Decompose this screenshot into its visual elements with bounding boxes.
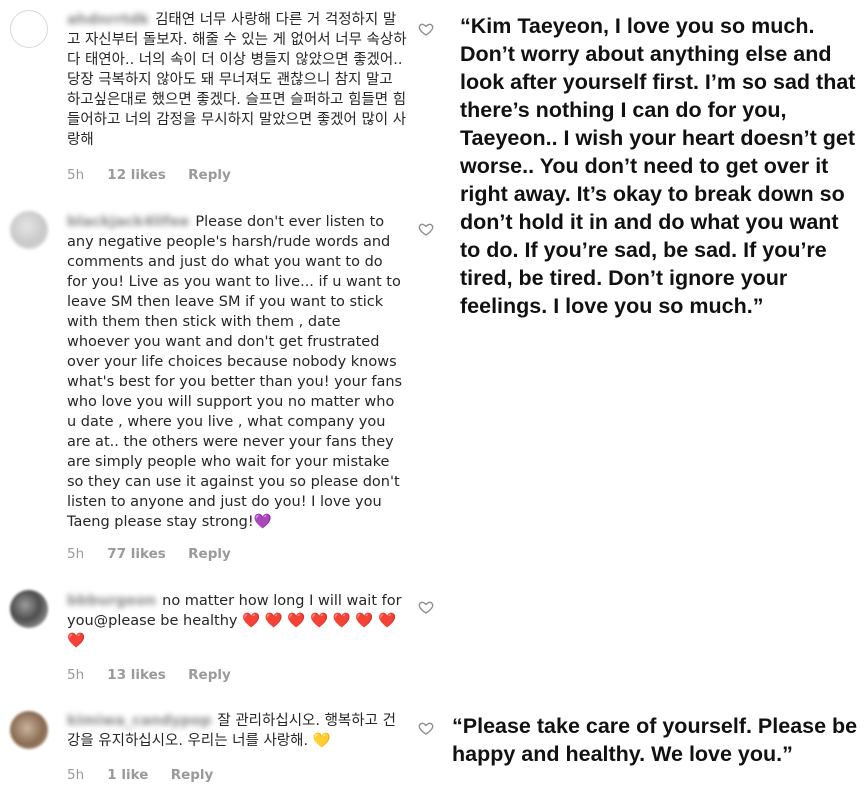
avatar[interactable] bbox=[10, 711, 48, 749]
heart-outline-icon[interactable] bbox=[418, 221, 434, 237]
heart-outline-icon[interactable] bbox=[418, 720, 434, 736]
comment-meta: 5h 13 likes Reply bbox=[67, 667, 231, 683]
comment-body: ahdnrrtdk 김태연 너무 사랑해 다른 거 걱정하지 말고 자신부터 돌보… bbox=[67, 10, 407, 150]
username[interactable]: ahdnrrtdk bbox=[67, 10, 149, 30]
likes-count[interactable]: 1 like bbox=[107, 767, 148, 783]
heart-outline-icon[interactable] bbox=[418, 599, 434, 615]
comment-meta: 5h 12 likes Reply bbox=[67, 167, 231, 183]
reply-button[interactable]: Reply bbox=[188, 167, 231, 183]
comment-body: blackjack4lifee Please don't ever listen … bbox=[67, 212, 407, 532]
username[interactable]: blackjack4lifee bbox=[67, 212, 189, 232]
timestamp[interactable]: 5h bbox=[67, 767, 103, 783]
reply-button[interactable]: Reply bbox=[171, 767, 214, 783]
translation-quote: “Kim Taeyeon, I love you so much. Don’t … bbox=[460, 14, 856, 318]
comment-text: 김태연 너무 사랑해 다른 거 걱정하지 말고 자신부터 돌보자. 해줄 수 있… bbox=[67, 12, 407, 148]
comment-text: Please don't ever listen to any negative… bbox=[67, 214, 403, 530]
comment-meta: 5h 1 like Reply bbox=[67, 767, 213, 783]
reply-button[interactable]: Reply bbox=[188, 667, 231, 683]
heart-outline-icon[interactable] bbox=[418, 21, 434, 37]
likes-count[interactable]: 12 likes bbox=[107, 167, 166, 183]
username[interactable]: kimiwa_candypop bbox=[67, 711, 211, 731]
avatar[interactable] bbox=[10, 590, 48, 628]
reply-button[interactable]: Reply bbox=[188, 546, 231, 562]
comment-body: kimiwa_candypop 잘 관리하십시오. 행복하고 건강을 유지하십시오… bbox=[67, 711, 407, 751]
timestamp[interactable]: 5h bbox=[67, 546, 103, 562]
username[interactable]: bbburgeon bbox=[67, 591, 156, 611]
likes-count[interactable]: 77 likes bbox=[107, 546, 166, 562]
likes-count[interactable]: 13 likes bbox=[107, 667, 166, 683]
comment-meta: 5h 77 likes Reply bbox=[67, 546, 231, 562]
translation-quote: “Please take care of yourself. Please be… bbox=[452, 714, 858, 766]
avatar[interactable] bbox=[10, 10, 48, 48]
timestamp[interactable]: 5h bbox=[67, 167, 103, 183]
comment-body: bbburgeon no matter how long I will wait … bbox=[67, 591, 407, 651]
timestamp[interactable]: 5h bbox=[67, 667, 103, 683]
avatar[interactable] bbox=[10, 211, 48, 249]
